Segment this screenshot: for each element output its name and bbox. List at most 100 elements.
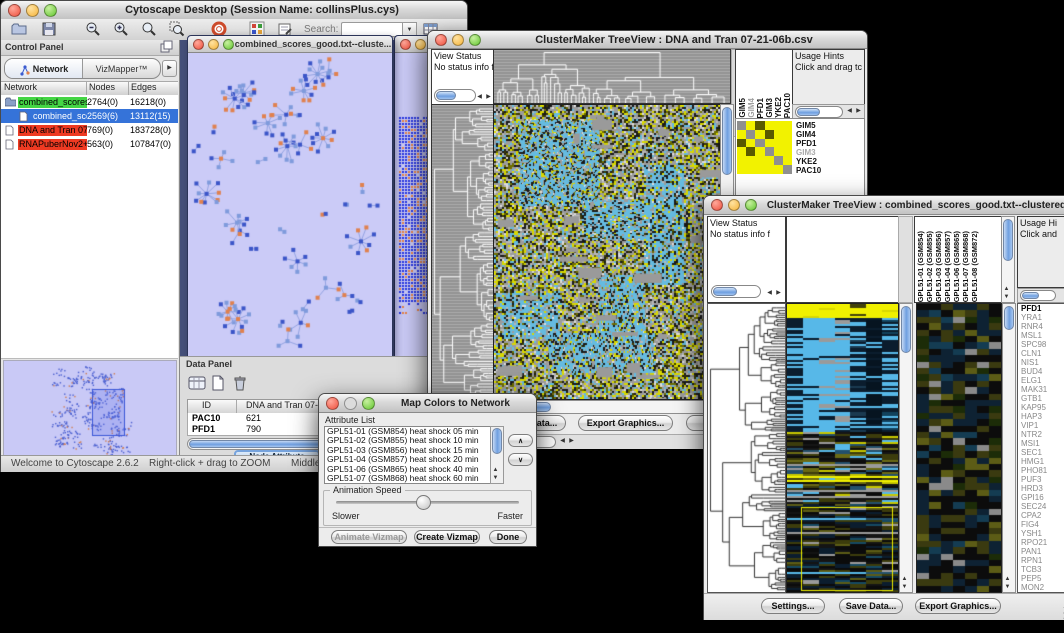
gene-label[interactable]: GPI16 [1018, 493, 1064, 502]
zoom-window-icon[interactable] [44, 4, 57, 17]
gene-label[interactable]: NTR2 [1018, 430, 1064, 439]
network-tree-row[interactable]: combined_scores2764(0)16218(0) [1, 95, 178, 109]
column-label[interactable]: GIM3 [765, 98, 774, 118]
close-icon[interactable] [8, 4, 21, 17]
tv2-column-labels[interactable]: GPL51-01 (GSM854)GPL51-02 (GSM855)GPL51-… [914, 216, 1002, 303]
data-col-id[interactable]: ID [202, 400, 211, 410]
gene-label[interactable]: HMG1 [1018, 457, 1064, 466]
gene-label[interactable]: MSL1 [1018, 331, 1064, 340]
minimize-icon[interactable] [26, 4, 39, 17]
column-label[interactable]: GPL51-07 (GSM868) [961, 231, 970, 302]
row-label[interactable]: GIM4 [796, 130, 862, 139]
gene-label[interactable]: YRA1 [1018, 313, 1064, 322]
column-label[interactable]: GPL51-04 (GSM857) [943, 231, 952, 302]
column-label[interactable]: PAC10 [783, 93, 792, 118]
tv2-row-dendrogram[interactable] [707, 303, 786, 593]
column-label[interactable]: GIM4 [747, 98, 756, 118]
gene-label[interactable]: RPO21 [1018, 538, 1064, 547]
close-icon[interactable] [435, 34, 447, 46]
main-title-bar[interactable]: Cytoscape Desktop (Session Name: collins… [1, 1, 467, 20]
move-down-button[interactable]: ∨ [508, 453, 533, 466]
tv2-splitter[interactable] [898, 216, 913, 303]
tv1-column-labels[interactable]: GIM5GIM4PFD1GIM3YKE2PAC10 [735, 49, 796, 119]
tv2-heatmap[interactable] [786, 303, 899, 593]
open-session-icon[interactable] [11, 21, 27, 37]
gene-label[interactable]: RPN1 [1018, 556, 1064, 565]
tab-overflow-icon[interactable]: ▶ [162, 60, 177, 77]
attribute-list-scrollbar[interactable]: ▲ ▼ [490, 426, 504, 484]
gene-label[interactable]: HAP3 [1018, 412, 1064, 421]
scroll-left-icon[interactable]: ◀ [765, 289, 774, 297]
gene-label[interactable]: HRD3 [1018, 484, 1064, 493]
tv2-status-scrollbar[interactable] [711, 285, 761, 298]
zoom-out-icon[interactable] [85, 21, 101, 37]
column-label[interactable]: GPL51-01 (GSM854) [916, 231, 925, 302]
gene-label[interactable]: TCB3 [1018, 565, 1064, 574]
scroll-down-icon[interactable]: ▼ [900, 583, 909, 591]
close-icon[interactable] [711, 199, 723, 211]
speed-slider-thumb[interactable] [416, 495, 431, 510]
tv2-heatmap-vscrollbar[interactable]: ▲▼ [899, 303, 913, 593]
col-nodes[interactable]: Nodes [89, 82, 115, 92]
column-label[interactable]: GPL51-03 (GSM856) [934, 231, 943, 302]
delete-attribute-icon[interactable] [232, 375, 248, 391]
scroll-up-icon[interactable]: ▲ [491, 466, 500, 474]
scroll-up-icon[interactable]: ▲ [1002, 285, 1011, 293]
attribute-list-item[interactable]: GPL51-07 (GSM868) heat shock 60 min [325, 474, 491, 483]
network-tree-row[interactable]: combined_sco2569(6)13112(15) [1, 109, 178, 123]
row-label[interactable]: GIM3 [796, 148, 862, 157]
scroll-left-icon[interactable]: ◀ [475, 93, 484, 101]
gene-label[interactable]: NIS1 [1018, 358, 1064, 367]
gene-label[interactable]: PFD1 [1018, 304, 1064, 313]
minimize-icon[interactable] [415, 39, 426, 50]
tab-vizmapper[interactable]: VizMapper™ [83, 59, 160, 78]
treeview2-title-bar[interactable]: ClusterMaker TreeView : combined_scores_… [704, 196, 1064, 215]
column-label[interactable]: GIM5 [738, 98, 747, 118]
gene-label[interactable]: SEC24 [1018, 502, 1064, 511]
tv2-settings-button[interactable]: Settings... [761, 598, 825, 614]
row-label[interactable]: YKE2 [796, 157, 862, 166]
gene-label[interactable]: MAK31 [1018, 385, 1064, 394]
close-icon[interactable] [193, 39, 204, 50]
tab-network[interactable]: Network [5, 59, 83, 78]
gene-label[interactable]: PUF3 [1018, 475, 1064, 484]
scroll-up-icon[interactable]: ▲ [1003, 575, 1012, 583]
move-up-button[interactable]: ∧ [508, 434, 533, 447]
tv1-column-dendrogram[interactable] [493, 49, 731, 104]
gene-label[interactable]: CLN1 [1018, 349, 1064, 358]
gene-label[interactable]: PAN1 [1018, 547, 1064, 556]
scrollbar-thumb[interactable] [1003, 219, 1013, 261]
gene-label[interactable]: MSI1 [1018, 439, 1064, 448]
tv2-collabel-vscrollbar[interactable]: ▲▼ [1001, 216, 1015, 303]
scroll-left-icon[interactable]: ◀ [558, 437, 567, 445]
tv2-gene-labels[interactable]: PFD1YRA1RNR4MSL1SPC98CLN1NIS1BUD4ELG1MAK… [1017, 303, 1064, 593]
attribute-list[interactable]: GPL51-01 (GSM854) heat shock 05 minGPL51… [324, 426, 492, 484]
scroll-right-icon[interactable]: ▶ [774, 289, 783, 297]
tv1-mini-heatmap[interactable] [737, 121, 792, 174]
scroll-down-icon[interactable]: ▼ [1003, 583, 1012, 591]
scroll-down-icon[interactable]: ▼ [491, 474, 500, 482]
gene-label[interactable]: MON2 [1018, 583, 1064, 592]
zoom-selected-icon[interactable] [169, 21, 185, 37]
zoom-window-icon[interactable] [362, 397, 375, 410]
zoom-in-icon[interactable] [113, 21, 129, 37]
col-edges[interactable]: Edges [131, 82, 157, 92]
tv2-save-data-button[interactable]: Save Data... [839, 598, 903, 614]
column-label[interactable]: GPL51-02 (GSM855) [925, 231, 934, 302]
gene-label[interactable]: CPA2 [1018, 511, 1064, 520]
tv2-column-dendrogram-area[interactable] [786, 216, 899, 303]
zoom-fit-icon[interactable] [141, 21, 157, 37]
column-label[interactable]: YKE2 [774, 97, 783, 118]
gene-label[interactable]: GTB1 [1018, 394, 1064, 403]
tv1-heatmap[interactable] [493, 104, 721, 400]
network-tree-row[interactable]: RNAPuberNov2+563(0)107847(0) [1, 137, 178, 151]
scroll-up-icon[interactable]: ▲ [900, 575, 909, 583]
tv2-zoom-vscrollbar[interactable]: ▲▼ [1002, 303, 1016, 593]
tv2-export-graphics-button[interactable]: Export Graphics... [915, 598, 1001, 614]
gene-label[interactable]: SPC98 [1018, 340, 1064, 349]
gene-label[interactable]: PHO81 [1018, 466, 1064, 475]
network-tree-row[interactable]: DNA and Tran 07769(0)183728(0) [1, 123, 178, 137]
done-button[interactable]: Done [489, 530, 527, 544]
float-panel-icon[interactable] [159, 40, 175, 56]
scrollbar-thumb[interactable] [901, 306, 911, 353]
